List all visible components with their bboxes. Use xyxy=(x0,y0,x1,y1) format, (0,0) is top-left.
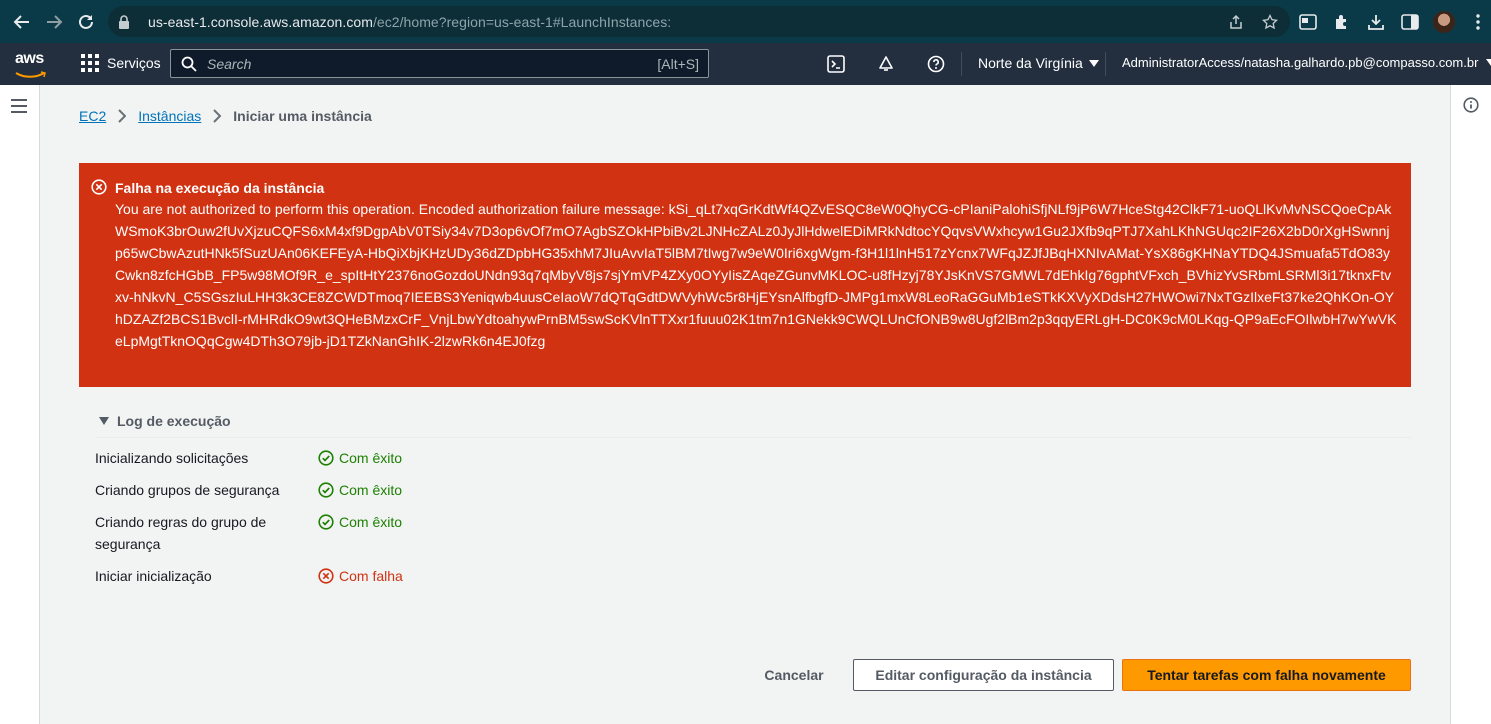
search-icon xyxy=(181,56,197,72)
left-nav-rail xyxy=(0,85,40,724)
execution-log-toggle[interactable]: Log de execução xyxy=(99,413,231,429)
kebab-menu-icon[interactable] xyxy=(1467,11,1489,33)
share-icon[interactable] xyxy=(1226,12,1246,32)
services-grid-icon xyxy=(81,54,99,72)
error-circle-x-icon xyxy=(91,179,107,195)
profile-avatar[interactable] xyxy=(1433,11,1455,33)
bookmark-star-icon[interactable] xyxy=(1260,12,1280,32)
flash-title: Falha na execução da instância xyxy=(115,180,325,196)
caret-down-icon xyxy=(99,417,109,425)
back-arrow-icon[interactable] xyxy=(10,10,34,34)
log-step-status: Com falha xyxy=(318,565,403,587)
tab-search-icon[interactable] xyxy=(1297,11,1319,33)
breadcrumb-instances-link[interactable]: Instâncias xyxy=(138,108,201,124)
chevron-right-icon xyxy=(118,109,127,123)
cloudshell-icon[interactable] xyxy=(826,54,846,74)
flash-message: You are not authorized to perform this o… xyxy=(115,201,1397,349)
caret-down-icon xyxy=(1088,59,1099,67)
right-tools-rail xyxy=(1450,85,1491,724)
log-step-label: Criando grupos de segurança xyxy=(95,482,280,498)
nav-divider xyxy=(961,52,962,76)
account-label: AdministratorAccess/natasha.galhardo.pb@… xyxy=(1122,55,1479,70)
reload-icon[interactable] xyxy=(74,10,98,34)
breadcrumb: EC2 Instâncias Iniciar uma instância xyxy=(79,108,372,124)
side-panel-icon[interactable] xyxy=(1399,11,1421,33)
log-step-label: Iniciar inicialização xyxy=(95,568,212,584)
help-icon[interactable] xyxy=(926,54,946,74)
log-step-status: Com êxito xyxy=(318,479,402,501)
retry-failed-tasks-button[interactable]: Tentar tarefas com falha novamente xyxy=(1122,659,1411,691)
notifications-bell-icon[interactable] xyxy=(876,54,896,74)
search-shortcut: [Alt+S] xyxy=(657,56,699,72)
search-input[interactable] xyxy=(207,55,647,72)
breadcrumb-ec2-link[interactable]: EC2 xyxy=(79,108,106,124)
breadcrumb-current: Iniciar uma instância xyxy=(233,108,372,124)
success-check-icon xyxy=(318,514,334,530)
download-icon[interactable] xyxy=(1365,11,1387,33)
error-flashbar: Falha na execução da instância You are n… xyxy=(79,163,1411,387)
region-label: Norte da Virgínia xyxy=(978,55,1083,71)
nav-divider xyxy=(1105,52,1106,76)
lock-icon xyxy=(118,14,134,30)
log-step-label: Criando regras do grupo de segurança xyxy=(95,514,267,552)
extensions-puzzle-icon[interactable] xyxy=(1331,11,1353,33)
success-check-icon xyxy=(318,482,334,498)
search-bar[interactable]: [Alt+S] xyxy=(170,49,709,78)
info-icon[interactable] xyxy=(1463,97,1479,113)
address-bar[interactable]: us-east-1.console.aws.amazon.com/ec2/hom… xyxy=(108,6,1290,37)
chevron-right-icon xyxy=(213,109,222,123)
region-selector[interactable]: Norte da Virgínia xyxy=(978,55,1099,71)
log-step-label: Inicializando solicitações xyxy=(95,450,249,466)
log-step-status: Com êxito xyxy=(318,511,402,533)
log-step-status: Com êxito xyxy=(318,447,402,469)
aws-logo[interactable]: aws xyxy=(15,51,49,78)
edit-instance-config-button[interactable]: Editar configuração da instância xyxy=(853,659,1114,691)
services-menu[interactable]: Serviços xyxy=(81,54,161,72)
cancel-button[interactable]: Cancelar xyxy=(753,659,835,691)
services-label: Serviços xyxy=(107,55,161,71)
forward-arrow-icon[interactable] xyxy=(42,10,66,34)
divider xyxy=(95,437,1411,438)
account-menu[interactable]: AdministratorAccess/natasha.galhardo.pb@… xyxy=(1122,55,1491,70)
success-check-icon xyxy=(318,450,334,466)
caret-down-icon xyxy=(1486,59,1491,66)
url-text: us-east-1.console.aws.amazon.com/ec2/hom… xyxy=(148,13,672,30)
execution-log-title: Log de execução xyxy=(117,413,231,429)
hamburger-menu-icon[interactable] xyxy=(11,99,27,113)
error-circle-x-icon xyxy=(318,568,334,584)
browser-toolbar: us-east-1.console.aws.amazon.com/ec2/hom… xyxy=(0,0,1491,43)
